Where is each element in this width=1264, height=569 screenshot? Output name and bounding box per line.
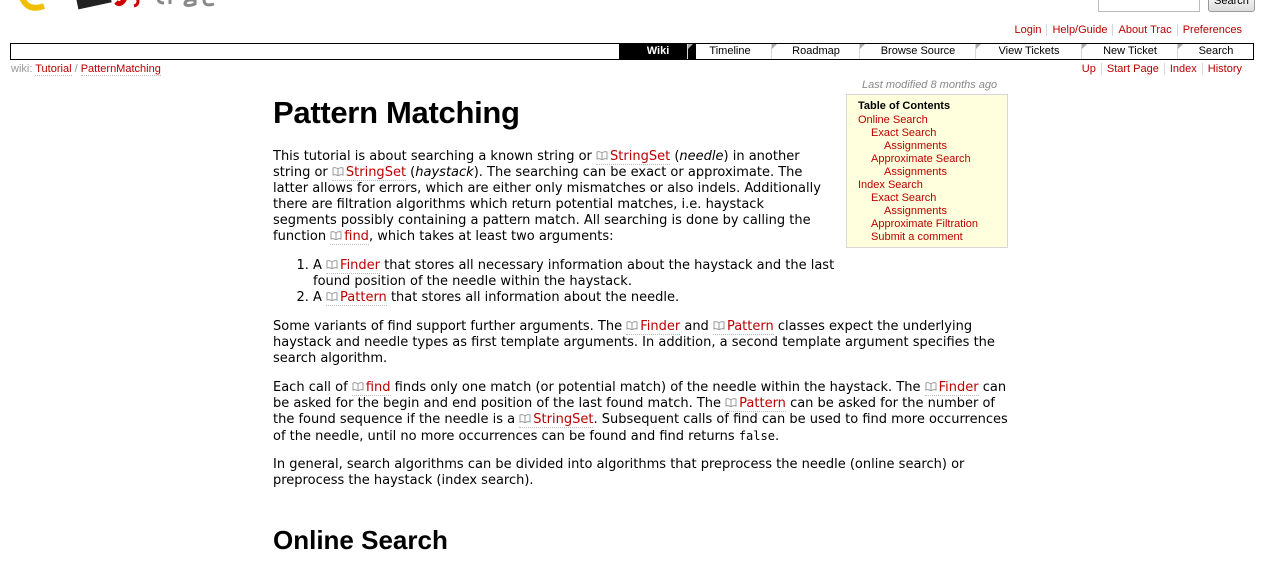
index-link[interactable]: Index	[1170, 63, 1197, 75]
wiki-content: Pattern Matching	[273, 95, 1013, 131]
last-modified-link[interactable]: 8 months ago	[931, 79, 998, 91]
tab-view-tickets[interactable]: View Tickets	[975, 44, 1082, 59]
toc-assignments[interactable]: Assignments	[884, 140, 947, 152]
pattern-link[interactable]: Pattern	[712, 319, 774, 335]
context-nav: Up Start Page Index History	[1077, 63, 1247, 75]
book-icon	[713, 321, 725, 330]
toc-submit-comment[interactable]: Submit a comment	[871, 231, 963, 243]
general-paragraph: In general, search algorithms can be div…	[273, 457, 965, 488]
finder-link[interactable]: Finder	[626, 319, 681, 335]
toc-assignments[interactable]: Assignments	[884, 166, 947, 178]
breadcrumb: wiki: Tutorial / PatternMatching	[11, 63, 161, 76]
tab-timeline[interactable]: Timeline	[687, 44, 772, 59]
tab-search[interactable]: Search	[1177, 44, 1254, 59]
site-logo[interactable]	[18, 0, 228, 20]
find-link[interactable]: find	[351, 380, 391, 396]
toc-index-search[interactable]: Index Search	[858, 179, 923, 191]
breadcrumb-prefix: wiki:	[11, 63, 33, 75]
meta-nav: Login Help/Guide About Trac Preferences	[1010, 24, 1247, 36]
pattern-link[interactable]: Pattern	[725, 396, 786, 412]
book-icon	[596, 151, 608, 160]
search-button[interactable]: Search	[1208, 0, 1255, 12]
book-icon	[332, 167, 344, 176]
variants-paragraph: Some variants of find support further ar…	[273, 319, 995, 366]
toc-assignments[interactable]: Assignments	[884, 205, 947, 217]
book-icon	[326, 260, 338, 269]
page-title: Pattern Matching	[273, 95, 520, 130]
find-call-paragraph: Each call of find finds only one match (…	[273, 380, 1008, 444]
tab-roadmap[interactable]: Roadmap	[771, 44, 860, 59]
online-search-heading: Online Search	[273, 525, 448, 555]
about-trac-link[interactable]: About Trac	[1118, 24, 1171, 36]
toc-exact-search[interactable]: Exact Search	[871, 192, 936, 204]
list-item: A Pattern that stores all information ab…	[313, 290, 868, 306]
book-icon	[330, 231, 342, 240]
argument-list: A Finder that stores all necessary infor…	[273, 258, 868, 306]
search-input[interactable]	[1098, 0, 1200, 12]
intro-paragraph: This tutorial is about searching a known…	[273, 149, 821, 245]
tab-new-ticket[interactable]: New Ticket	[1081, 44, 1178, 59]
breadcrumb-tutorial[interactable]: Tutorial	[35, 63, 72, 76]
false-code: false	[738, 429, 775, 443]
pattern-link[interactable]: Pattern	[326, 290, 387, 306]
toc-approximate-filtration[interactable]: Approximate Filtration	[871, 218, 978, 230]
last-modified: Last modified 8 months ago	[862, 79, 997, 91]
login-link[interactable]: Login	[1015, 24, 1042, 36]
breadcrumb-separator: /	[74, 63, 78, 75]
book-icon	[626, 321, 638, 330]
last-modified-label: Last modified	[862, 79, 928, 91]
toc-approximate-search[interactable]: Approximate Search	[871, 153, 971, 165]
book-icon	[352, 382, 364, 391]
start-page-link[interactable]: Start Page	[1107, 63, 1159, 75]
help-guide-link[interactable]: Help/Guide	[1052, 24, 1107, 36]
breadcrumb-patternmatching[interactable]: PatternMatching	[80, 63, 161, 76]
tab-wiki[interactable]: Wiki	[619, 44, 696, 59]
stringset-link[interactable]: StringSet	[596, 149, 671, 165]
book-icon	[519, 414, 531, 423]
history-link[interactable]: History	[1208, 63, 1242, 75]
main-nav: Wiki Timeline Roadmap Browse Source View…	[10, 43, 1254, 60]
book-icon	[326, 292, 338, 301]
up-link[interactable]: Up	[1082, 63, 1096, 75]
book-icon	[925, 382, 937, 391]
preferences-link[interactable]: Preferences	[1183, 24, 1242, 36]
stringset-link[interactable]: StringSet	[519, 412, 594, 428]
finder-link[interactable]: Finder	[326, 258, 381, 274]
finder-link[interactable]: Finder	[924, 380, 979, 396]
stringset-link[interactable]: StringSet	[331, 165, 407, 181]
tab-browse-source[interactable]: Browse Source	[859, 44, 976, 59]
find-link[interactable]: find	[330, 229, 369, 245]
book-icon	[725, 398, 737, 407]
list-item: A Finder that stores all necessary infor…	[313, 258, 868, 290]
